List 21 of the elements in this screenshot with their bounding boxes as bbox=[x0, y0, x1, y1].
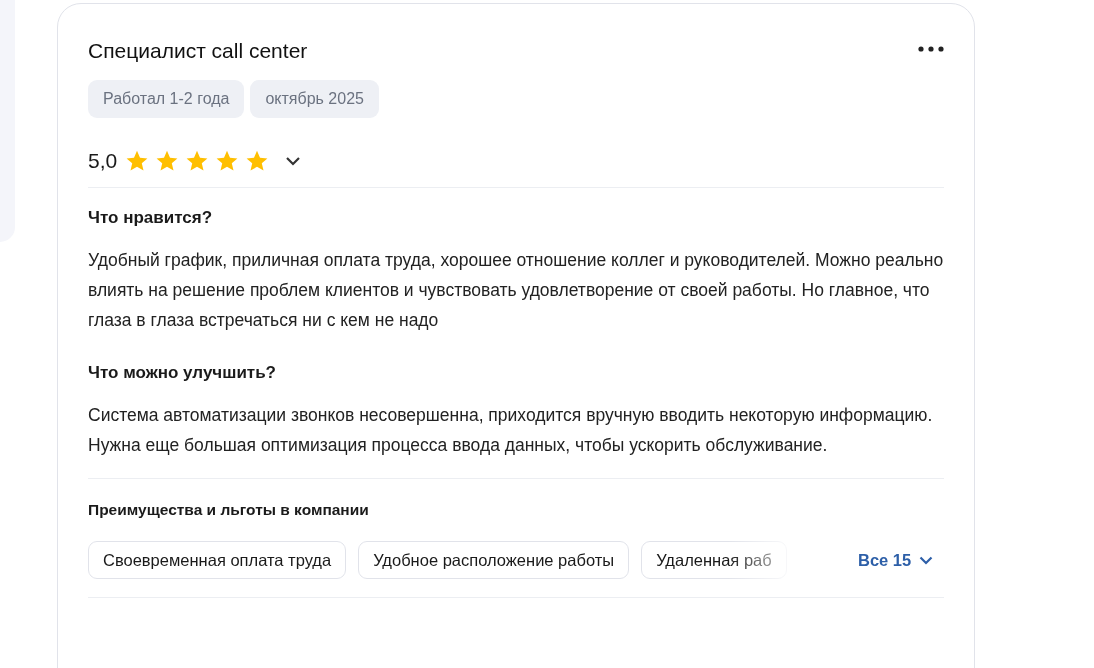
section-heading: Что нравится? bbox=[88, 207, 214, 229]
tag: Работал 1-2 года bbox=[88, 80, 245, 118]
star-icon bbox=[125, 149, 150, 173]
benefit-chip: Удобное расположение работы bbox=[358, 541, 630, 579]
star-icon bbox=[155, 149, 180, 173]
review-text: Система автоматизации звонков несовершенна, приходится вручную вводить некоторую информацию. Нужна еще большая оптимизация процесса ввода данных, чтобы ускорить обслуживание. bbox=[88, 404, 934, 457]
benefit-chip: Своевременная оплата труда bbox=[88, 541, 347, 579]
expand-rating-button[interactable] bbox=[285, 156, 302, 166]
review-text: Удобный график, приличная оплата труда, хорошее отношение коллег и руководителей. Можно реально влиять на решение проблем клиентов и чувствовать удовлетворение от своей работы. Но главное, что глаза в глаза встречаться ни с кем не надо bbox=[88, 249, 945, 332]
review-title: Специалист call center bbox=[88, 38, 308, 64]
star-icon bbox=[185, 149, 210, 173]
benefits-title: Преимущества и льготы в компании bbox=[88, 500, 370, 520]
section-heading: Что можно улучшить? bbox=[88, 362, 277, 384]
rating-score: 5,0 bbox=[88, 149, 118, 173]
tag: октябрь 2025 bbox=[250, 80, 379, 118]
show-all-benefits-link[interactable]: Все 15 bbox=[858, 550, 934, 570]
star-icon bbox=[245, 149, 270, 173]
benefit-chip: Удаленная раб bbox=[641, 541, 787, 579]
chevron-down-icon bbox=[919, 555, 934, 565]
chevron-down-icon bbox=[285, 156, 302, 166]
star-icon bbox=[215, 149, 240, 173]
